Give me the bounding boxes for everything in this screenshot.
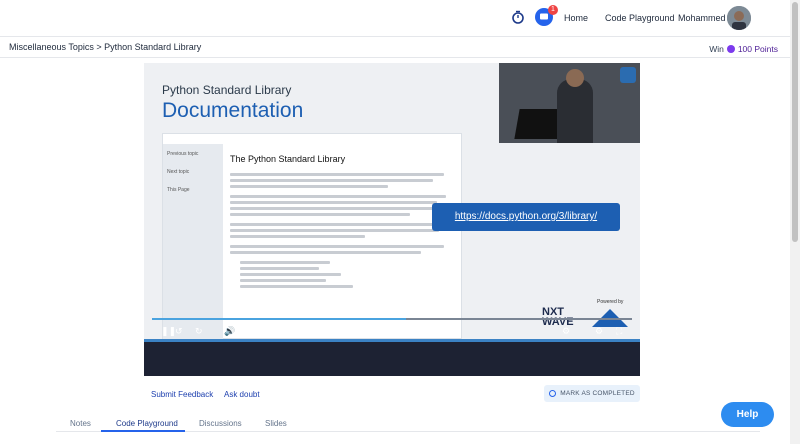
pause-icon[interactable]: ❚❚ [161, 326, 176, 336]
tab-discussions[interactable]: Discussions [199, 419, 242, 428]
docs-sidebar-line: Previous topic [167, 151, 199, 157]
video-frame[interactable]: Python Standard Library Documentation Pr… [144, 63, 640, 340]
mark-as-completed-label: MARK AS COMPLETED [560, 390, 635, 397]
nav-home-link[interactable]: Home [564, 13, 588, 23]
video-bottom-bar [144, 339, 640, 376]
points-coin-icon [726, 45, 735, 53]
user-photo-icon [727, 6, 751, 30]
settings-icon[interactable]: ⚙ [562, 326, 570, 336]
scrollbar-thumb[interactable] [792, 2, 798, 242]
tab-code-playground[interactable]: Code Playground [116, 419, 178, 428]
timer-icon[interactable] [511, 10, 525, 24]
volume-icon[interactable]: 🔊 [224, 326, 235, 336]
chat-icon[interactable]: 1 [535, 5, 558, 26]
docs-page-preview: Previous topic Next topic This Page The … [162, 133, 462, 340]
docs-sidebar-line: This Page [167, 187, 190, 193]
instructor-webcam [499, 63, 640, 143]
chat-badge: 1 [548, 5, 558, 15]
instructor-body [557, 79, 593, 143]
top-nav: 1 Home Code Playground Mohammed [0, 0, 790, 37]
video-player[interactable]: Python Standard Library Documentation Pr… [144, 63, 640, 376]
current-time: 24:11 [245, 327, 265, 336]
nav-code-playground-link[interactable]: Code Playground [605, 13, 675, 23]
circle-icon [549, 390, 557, 397]
avatar[interactable] [727, 6, 751, 30]
video-progress-fill [152, 318, 407, 320]
page-scrollbar[interactable] [790, 0, 800, 444]
tab-slides[interactable]: Slides [265, 419, 287, 428]
breadcrumb[interactable]: Miscellaneous Topics > Python Standard L… [9, 42, 201, 52]
points-value: 100 Points [737, 44, 778, 54]
help-button[interactable]: Help [721, 402, 774, 427]
forward-10-icon[interactable]: ↻ [195, 326, 203, 336]
captions-icon[interactable]: ⚙ [595, 326, 603, 336]
ask-doubt-link[interactable]: Ask doubt [224, 390, 260, 399]
video-progress-bar[interactable] [152, 318, 632, 320]
win-points: Win 100 Points [709, 44, 778, 54]
active-tab-indicator [101, 430, 185, 432]
docs-link-banner: https://docs.python.org/3/library/ [432, 203, 620, 231]
header-divider [0, 57, 790, 58]
video-time: 24:11 / 45:40 [245, 327, 292, 336]
slide-heading: Python Standard Library [162, 83, 292, 97]
docs-sidebar: Previous topic Next topic This Page [163, 144, 223, 340]
fullscreen-icon[interactable]: ⛶ [616, 326, 622, 336]
instructor-head [566, 69, 584, 87]
tab-notes[interactable]: Notes [70, 419, 91, 428]
mark-as-completed-button[interactable]: MARK AS COMPLETED [544, 385, 640, 402]
win-label: Win [709, 44, 724, 54]
docs-sidebar-line: Next topic [167, 169, 190, 175]
powered-by-label: Powered by [597, 299, 624, 305]
watermark-logo-icon [620, 67, 636, 83]
rewind-10-icon[interactable]: ↺ [175, 326, 183, 336]
video-controls: ❚❚ ↺ ↻ 🔊 24:11 / 45:40 ⚙ ⚙ ⛶ [144, 323, 640, 339]
slide-title: Documentation [162, 99, 304, 122]
user-name[interactable]: Mohammed [678, 13, 726, 23]
docs-body-text [230, 170, 455, 291]
content-tabs: Notes Code Playground Discussions Slides [56, 414, 760, 432]
submit-feedback-link[interactable]: Submit Feedback [151, 390, 213, 399]
docs-page-title: The Python Standard Library [230, 154, 346, 164]
duration: 45:40 [271, 327, 292, 336]
